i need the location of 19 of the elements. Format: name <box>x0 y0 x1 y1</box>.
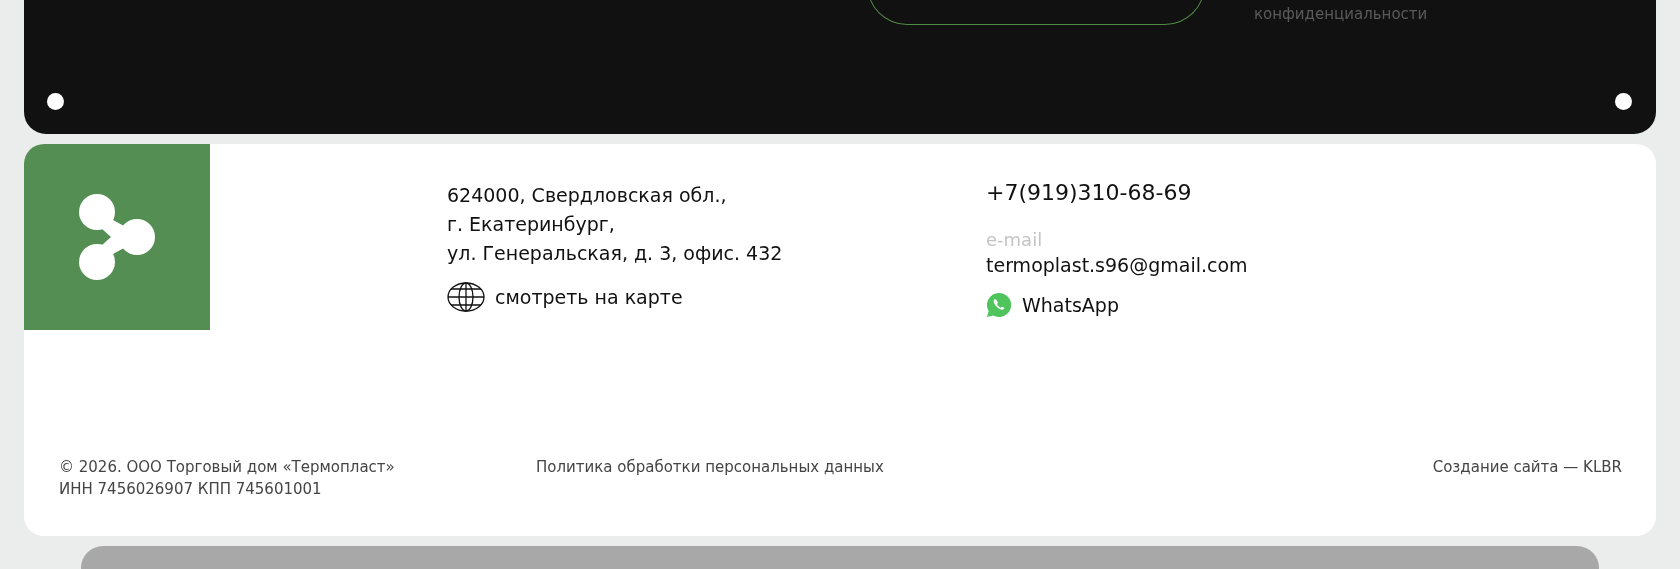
logo[interactable] <box>24 144 210 330</box>
email-link[interactable]: termoplast.s96@gmail.com <box>986 254 1248 276</box>
credits-link[interactable]: Создание сайта — KLBR <box>1432 456 1622 478</box>
address-line: 624000, Свердловская обл., <box>447 183 728 208</box>
email-label: e-mail <box>986 229 1044 250</box>
map-link[interactable]: смотреть на карте <box>447 282 683 312</box>
molecule-logo-icon <box>77 194 157 280</box>
dot-icon <box>1615 93 1632 110</box>
address-line: г. Екатеринбург, <box>447 212 616 237</box>
whatsapp-icon <box>986 292 1012 318</box>
requisites-text: ИНН 7456026907 КПП 745601001 <box>59 479 323 500</box>
globe-icon <box>447 282 485 312</box>
policy-text: конфиденциальности <box>1254 5 1428 23</box>
privacy-policy-link[interactable]: Политика обработки персональных данных <box>536 456 884 478</box>
copyright-text: © 2026. ООО Торговый дом «Термопласт» <box>59 457 396 478</box>
phone-link[interactable]: +7(919)310-68-69 <box>986 180 1192 205</box>
address-line: ул. Генеральская, д. 3, офис. 432 <box>447 241 784 266</box>
dot-icon <box>47 93 64 110</box>
whatsapp-link[interactable]: WhatsApp <box>986 292 1119 318</box>
